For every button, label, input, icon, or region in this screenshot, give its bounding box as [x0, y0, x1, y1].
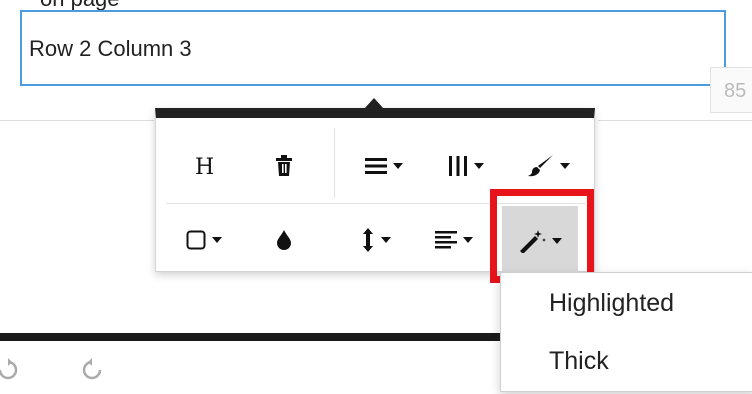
magic-wand-icon: [520, 230, 546, 253]
paint-brush-icon: [528, 155, 553, 177]
cell-text-input[interactable]: Row 2 Column 3: [20, 10, 726, 86]
chevron-down-icon: [463, 237, 473, 243]
vertical-align-button[interactable]: [348, 212, 404, 268]
dropdown-item-thick[interactable]: Thick: [549, 347, 609, 376]
columns-icon: [449, 156, 467, 176]
heading-icon: H: [195, 155, 214, 178]
toolbar-divider-vertical: [334, 128, 335, 198]
style-button[interactable]: [502, 206, 578, 276]
droplet-icon: [277, 230, 291, 250]
heading-button[interactable]: H: [176, 138, 232, 194]
align-left-icon: [435, 231, 457, 249]
svg-text:H: H: [195, 155, 214, 178]
style-dropdown-menu: Highlighted Thick: [500, 272, 752, 392]
chevron-down-icon: [393, 163, 403, 169]
redo-button[interactable]: [80, 358, 104, 389]
chevron-down-icon: [474, 163, 484, 169]
undo-button[interactable]: [0, 358, 20, 389]
square-outline-icon: [186, 230, 206, 250]
undo-icon: [0, 358, 18, 380]
chevron-down-icon: [560, 163, 570, 169]
trash-icon: [276, 155, 292, 176]
columns-button[interactable]: [436, 138, 496, 194]
table-rule-right: [598, 120, 752, 121]
page-label: on page: [40, 0, 120, 10]
vertical-arrows-icon: [363, 228, 373, 252]
fill-color-button[interactable]: [256, 212, 312, 268]
side-number-box: 85: [710, 67, 752, 113]
delete-button[interactable]: [256, 138, 312, 194]
side-number: 85: [724, 80, 747, 102]
dropdown-item-highlighted[interactable]: Highlighted: [549, 289, 674, 318]
table-rule-left: [0, 120, 154, 121]
toolbar-divider-horizontal: [166, 203, 586, 204]
text-align-button[interactable]: [422, 212, 486, 268]
chevron-down-icon: [552, 238, 562, 244]
redo-icon: [82, 358, 102, 380]
rows-button[interactable]: [354, 138, 414, 194]
cell-input-value: Row 2 Column 3: [29, 36, 192, 61]
rows-icon: [365, 158, 387, 174]
chevron-down-icon: [381, 237, 391, 243]
border-button[interactable]: [172, 212, 236, 268]
brush-button[interactable]: [516, 138, 582, 194]
chevron-down-icon: [212, 237, 222, 243]
editor-bottom-bar: [0, 333, 500, 341]
table-cell-toolbar: H: [155, 108, 595, 276]
